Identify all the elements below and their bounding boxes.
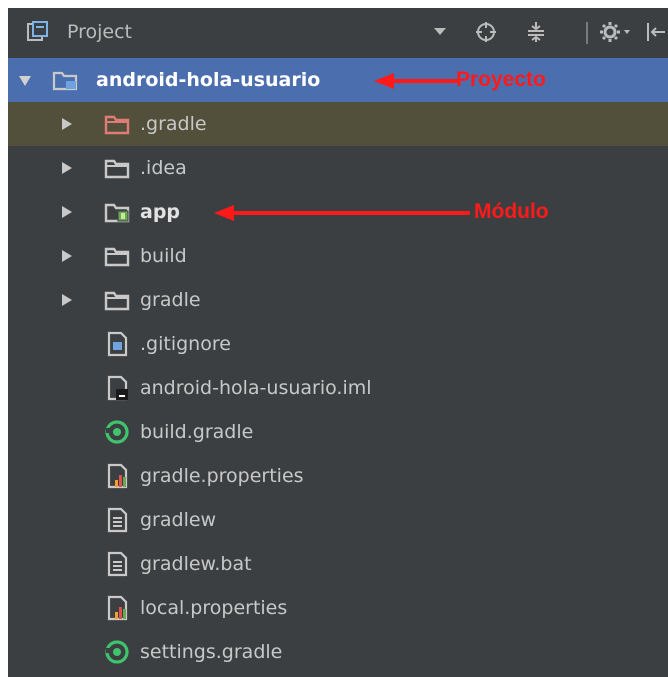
tree-label: gradlew.bat — [140, 553, 252, 575]
annotation-module: Módulo — [474, 200, 549, 223]
project-view-icon — [27, 21, 48, 41]
gradle-icon — [105, 420, 129, 444]
tree-label: local.properties — [140, 597, 288, 619]
text-file-icon — [107, 551, 128, 577]
tree-row-gitignore[interactable]: .gitignore — [8, 322, 668, 366]
folder-icon — [104, 291, 130, 311]
iml-file-icon — [107, 375, 128, 401]
collapse-all-button[interactable] — [522, 18, 550, 46]
pin-left-icon — [647, 23, 665, 41]
module-folder-icon — [104, 203, 130, 223]
text-file-icon — [107, 331, 128, 357]
tree-label: build.gradle — [140, 421, 254, 443]
tree-label: build — [140, 245, 187, 267]
chevron-down-icon — [434, 28, 446, 35]
tree-label: app — [140, 201, 181, 223]
tree-label-root: android-hola-usuario — [96, 69, 321, 91]
tree-row-gradle-properties[interactable]: gradle.properties — [8, 454, 668, 498]
tree-row-build[interactable]: build — [8, 234, 668, 278]
collapse-icon — [528, 22, 544, 42]
folder-icon — [104, 247, 130, 267]
gradle-icon — [105, 640, 129, 664]
annotation-arrow-module — [214, 205, 470, 221]
scroll-from-source-button[interactable] — [472, 18, 500, 46]
project-tool-window: Project android-hola-usuario Proyecto .g… — [8, 8, 668, 677]
tree-row-gradle[interactable]: gradle — [8, 278, 668, 322]
chevron-right-icon[interactable] — [60, 249, 74, 263]
tree-row-root[interactable]: android-hola-usuario Proyecto — [8, 58, 668, 102]
project-header: Project — [8, 8, 668, 59]
header-divider — [586, 22, 588, 44]
view-dropdown-button[interactable] — [426, 18, 454, 46]
tree-label: android-hola-usuario.iml — [140, 377, 372, 399]
hide-panel-button[interactable] — [644, 18, 666, 46]
chevron-down-icon[interactable] — [18, 74, 32, 88]
tree-label: gradlew — [140, 509, 217, 531]
tree-row-gradle-dir[interactable]: .gradle — [8, 102, 668, 146]
properties-file-icon — [107, 463, 128, 489]
tree-row-iml[interactable]: android-hola-usuario.iml — [8, 366, 668, 410]
panel-title[interactable]: Project — [67, 20, 132, 44]
excluded-folder-icon — [104, 115, 130, 135]
chevron-right-icon[interactable] — [60, 117, 74, 131]
tree-label: gradle — [140, 289, 201, 311]
annotation-project: Proyecto — [456, 68, 546, 91]
chevron-right-icon[interactable] — [60, 161, 74, 175]
tree-row-build-gradle[interactable]: build.gradle — [8, 410, 668, 454]
tree-row-gradlew[interactable]: gradlew — [8, 498, 668, 542]
tree-row-local-properties[interactable]: local.properties — [8, 586, 668, 630]
annotation-arrow-project — [374, 73, 458, 89]
tree-label: .idea — [140, 157, 187, 179]
tree-label: settings.gradle — [140, 641, 283, 663]
tree-label: .gitignore — [140, 333, 231, 355]
tree-row-gradlew-bat[interactable]: gradlew.bat — [8, 542, 668, 586]
chevron-right-icon[interactable] — [60, 293, 74, 307]
properties-file-icon — [107, 595, 128, 621]
tree-row-settings-gradle[interactable]: settings.gradle — [8, 630, 668, 674]
tree-row-app[interactable]: app Módulo — [8, 190, 668, 234]
chevron-right-icon[interactable] — [60, 205, 74, 219]
folder-icon — [104, 159, 130, 179]
tree-label: gradle.properties — [140, 465, 304, 487]
target-icon — [476, 22, 496, 42]
text-file-icon — [107, 507, 128, 533]
tree-row-idea[interactable]: .idea — [8, 146, 668, 190]
gear-icon — [600, 22, 630, 42]
project-folder-icon — [52, 71, 78, 91]
tree-label: .gradle — [140, 113, 207, 135]
settings-button[interactable] — [598, 18, 634, 46]
